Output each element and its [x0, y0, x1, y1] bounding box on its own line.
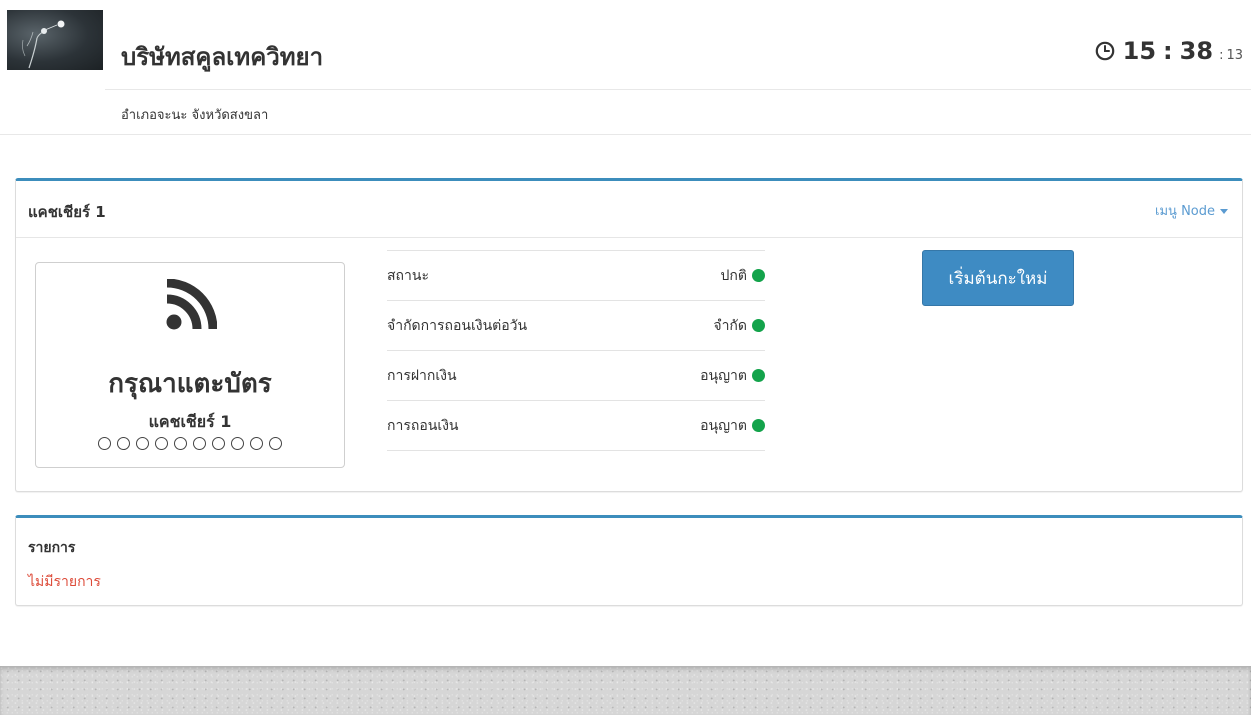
clock-seconds-separator: : [1219, 48, 1224, 63]
status-value: จำกัด [713, 317, 747, 334]
status-table: สถานะ ปกติ จำกัดการถอนเงินต่อวัน จำกัด ก… [387, 250, 765, 451]
cashier-name: แคชเชียร์ 1 [148, 412, 232, 431]
status-row: การฝากเงิน อนุญาต [387, 351, 765, 401]
pin-dot-icon [174, 437, 187, 450]
pin-dot-icon [117, 437, 130, 450]
tap-card-prompt: กรุณาแตะบัตร [108, 369, 272, 399]
tap-card-box: กรุณาแตะบัตร แคชเชียร์ 1 [35, 262, 345, 468]
header-divider [105, 89, 1251, 90]
status-value: อนุญาต [700, 367, 747, 384]
status-ok-icon [752, 269, 765, 282]
status-ok-icon [752, 419, 765, 432]
company-logo [7, 10, 103, 70]
pin-dot-icon [212, 437, 225, 450]
pin-dot-icon [193, 437, 206, 450]
node-menu-dropdown[interactable]: เมนู Node [1155, 200, 1228, 221]
clock-minutes: 38 [1179, 37, 1214, 65]
clock-hours: 15 [1122, 37, 1157, 65]
pin-dot-icon [231, 437, 244, 450]
dandelion-image [21, 20, 65, 69]
footer-background [0, 666, 1251, 715]
clock-icon [1095, 41, 1114, 61]
pin-dot-icon [155, 437, 168, 450]
status-label: สถานะ [387, 267, 429, 284]
status-label: การถอนเงิน [387, 417, 459, 434]
status-ok-icon [752, 319, 765, 332]
status-value: อนุญาต [700, 417, 747, 434]
status-value: ปกติ [720, 267, 747, 284]
status-row: สถานะ ปกติ [387, 251, 765, 301]
pin-dot-icon [136, 437, 149, 450]
status-label: การฝากเงิน [387, 367, 457, 384]
status-label: จำกัดการถอนเงินต่อวัน [387, 317, 528, 334]
transaction-list-panel: รายการ ไม่มีรายการ [15, 515, 1243, 606]
page-header: บริษัทสคูลเทควิทยา 15 : 38 :13 อำเภอจะนะ… [0, 0, 1251, 135]
clock-separator: : [1163, 37, 1173, 65]
company-address: อำเภอจะนะ จังหวัดสงขลา [121, 108, 269, 123]
transaction-list-title: รายการ [28, 540, 76, 556]
cashier-panel: แคชเชียร์ 1 เมนู Node กรุณาแตะบัตร แคชเช… [15, 178, 1243, 492]
empty-list-message: ไม่มีรายการ [28, 574, 101, 590]
cashier-panel-header: แคชเชียร์ 1 เมนู Node [16, 181, 1242, 238]
clock: 15 : 38 :13 [1095, 37, 1243, 65]
cashier-panel-title: แคชเชียร์ 1 [28, 203, 106, 221]
restart-shift-button[interactable]: เริ่มต้นกะใหม่ [922, 250, 1074, 306]
rss-icon [166, 279, 217, 330]
pin-dot-icon [250, 437, 263, 450]
status-row: จำกัดการถอนเงินต่อวัน จำกัด [387, 301, 765, 351]
company-name: บริษัทสคูลเทควิทยา [121, 43, 324, 71]
clock-seconds: 13 [1226, 48, 1243, 63]
node-menu-label: เมนู Node [1155, 204, 1215, 219]
status-row: การถอนเงิน อนุญาต [387, 401, 765, 451]
pin-dot-icon [269, 437, 282, 450]
pin-dot-icon [98, 437, 111, 450]
status-ok-icon [752, 369, 765, 382]
caret-down-icon [1220, 209, 1228, 214]
pin-dots [36, 437, 344, 450]
